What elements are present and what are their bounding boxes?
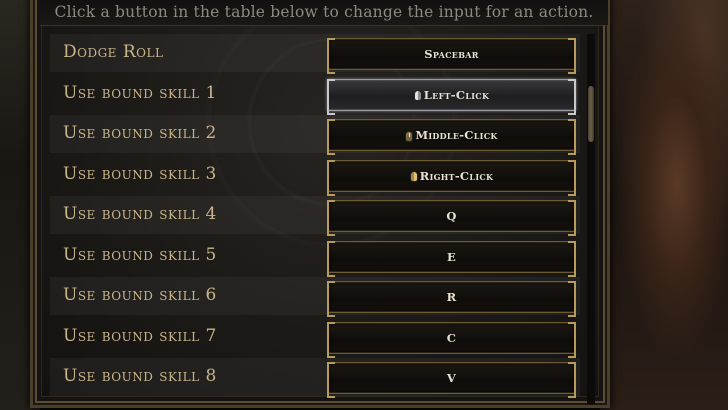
action-label: Use bound skill 8 bbox=[63, 366, 217, 386]
action-label: Use bound skill 1 bbox=[63, 82, 217, 103]
keybind-row: Use bound skill 1 Left-Click bbox=[50, 75, 580, 115]
keybind-button[interactable]: Middle-Click bbox=[327, 119, 576, 155]
action-label: Use bound skill 6 bbox=[63, 285, 217, 305]
keybind-button[interactable]: R bbox=[327, 281, 576, 317]
keybind-button[interactable]: V bbox=[327, 362, 576, 398]
keybind-button[interactable]: Left-Click bbox=[327, 78, 576, 115]
keybind-row: Use bound skill 4 Q bbox=[50, 196, 580, 236]
keybind-row: Use bound skill 5 E bbox=[50, 237, 580, 277]
scrollbar[interactable] bbox=[587, 34, 595, 404]
keybind-row: Dodge Roll Spacebar bbox=[50, 34, 580, 74]
key-label: E bbox=[446, 249, 457, 264]
action-label: Use bound skill 7 bbox=[63, 325, 217, 346]
keybind-row: Use bound skill 7 C bbox=[50, 318, 580, 358]
key-label: Middle-Click bbox=[415, 128, 498, 142]
keybind-button[interactable]: E bbox=[327, 240, 576, 277]
keybind-row: Use bound skill 3 Right-Click bbox=[50, 156, 580, 196]
key-label: Left-Click bbox=[423, 87, 490, 102]
keybind-button[interactable]: Q bbox=[327, 200, 576, 236]
keybind-button[interactable]: C bbox=[327, 321, 576, 358]
action-label: Use bound skill 4 bbox=[63, 204, 217, 224]
key-label: Spacebar bbox=[424, 47, 479, 61]
mouse-right-icon bbox=[409, 171, 418, 182]
action-label: Dodge Roll bbox=[63, 42, 164, 62]
instruction-text: Click a button in the table below to cha… bbox=[54, 3, 594, 21]
key-label: C bbox=[446, 330, 457, 345]
key-label: Right-Click bbox=[419, 168, 494, 183]
background-right-scenery bbox=[600, 0, 728, 410]
scrollbar-thumb[interactable] bbox=[588, 86, 594, 142]
keybind-row: Use bound skill 8 V bbox=[50, 358, 580, 398]
keybind-row: Use bound skill 6 R bbox=[50, 277, 580, 317]
mouse-middle-icon bbox=[405, 130, 414, 142]
keybind-button[interactable]: Spacebar bbox=[327, 38, 576, 74]
key-label: R bbox=[446, 290, 457, 304]
action-label: Use bound skill 5 bbox=[63, 244, 217, 265]
key-label: Q bbox=[446, 209, 457, 223]
mouse-left-icon bbox=[413, 90, 422, 101]
action-label: Use bound skill 3 bbox=[63, 163, 217, 184]
action-label: Use bound skill 2 bbox=[63, 123, 217, 143]
key-label: V bbox=[446, 371, 457, 385]
keybind-button[interactable]: Right-Click bbox=[327, 159, 576, 196]
keybind-row: Use bound skill 2 Middle-Click bbox=[50, 115, 580, 155]
